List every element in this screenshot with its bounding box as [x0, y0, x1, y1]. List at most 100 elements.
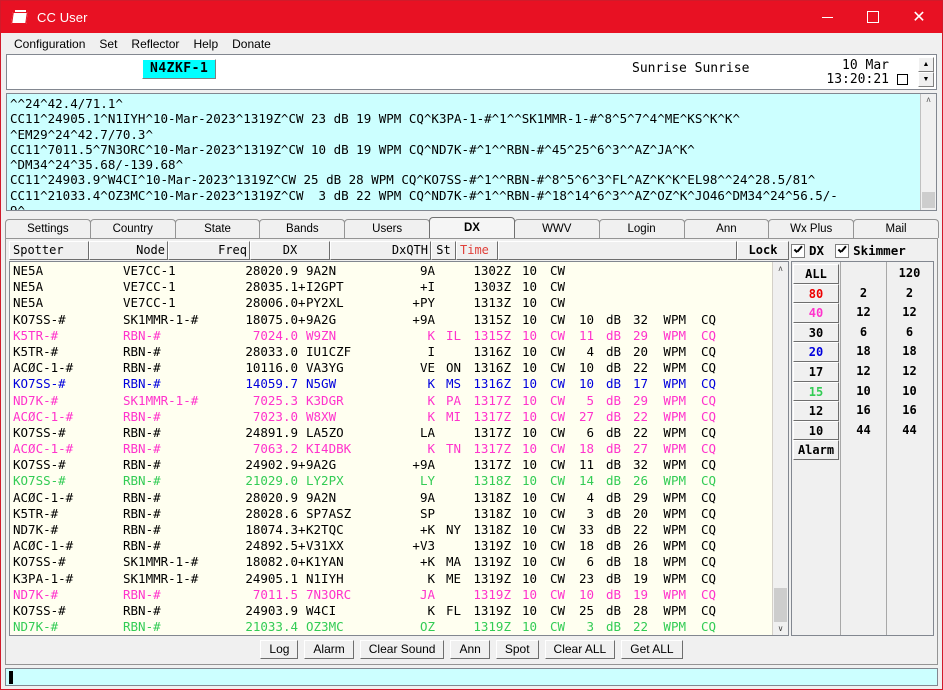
cell-dbl: [594, 263, 621, 279]
cell-dbl: dB: [605, 473, 621, 489]
tab-mail[interactable]: Mail: [853, 219, 939, 238]
column-header-node[interactable]: Node: [89, 241, 168, 260]
band-button-17[interactable]: 17: [793, 361, 839, 382]
tab-wx-plus[interactable]: Wx Plus: [768, 219, 855, 238]
table-row[interactable]: KO7SS-# RBN-# 24903.9 W4CI K FL 1319Z 10 CW 25 dB…: [10, 603, 772, 619]
close-button[interactable]: ✕: [896, 1, 942, 33]
cell-st: [435, 490, 461, 506]
tab-users[interactable]: Users: [344, 219, 431, 238]
cell-dbl: [594, 279, 621, 295]
column-header-spotter[interactable]: Spotter: [9, 241, 89, 260]
column-header-dxqth[interactable]: DxQTH: [330, 241, 431, 260]
tab-bands[interactable]: Bands: [259, 219, 346, 238]
band-button-80[interactable]: 80: [793, 283, 839, 304]
column-header-time[interactable]: Time: [456, 241, 498, 260]
table-row[interactable]: ND7K-# RBN-# 18074.3 + K2TQC +K NY 1318Z 10 CW 33 d…: [10, 522, 772, 538]
table-row[interactable]: K3PA-1-# SK1MMR-1-# 24905.1 N1IYH K ME 1319Z 1…: [10, 571, 772, 587]
table-row[interactable]: NE5A VE7CC-1 28020.9 9A2N 9A 1302Z 10 CW: [10, 263, 772, 279]
band-button-30[interactable]: 30: [793, 322, 839, 343]
table-row[interactable]: KO7SS-# SK1MMR-1-# 18075.0 +9A2G +9A 1315Z 10 C…: [10, 312, 772, 328]
spot-button[interactable]: Spot: [495, 639, 539, 659]
dx-grid-rows[interactable]: NE5A VE7CC-1 28020.9 9A2N 9A 1302Z 10 CW NE5A VE…: [10, 262, 772, 635]
table-row[interactable]: ND7K-# RBN-# 7011.5 7N3ORC JA 1319Z 10 CW 10 dB 1…: [10, 587, 772, 603]
band-button-alarm[interactable]: Alarm: [793, 440, 839, 460]
column-header-st[interactable]: St: [431, 241, 456, 260]
table-row[interactable]: K5TR-# RBN-# 28033.0 IU1CZF I 1316Z 10 CW 4 dB 20…: [10, 344, 772, 360]
table-row[interactable]: ND7K-# RBN-# 21033.4 OZ3MC OZ 1319Z 10 CW 3 dB 22…: [10, 619, 772, 635]
menu-item-configuration[interactable]: Configuration: [7, 35, 92, 53]
tab-settings[interactable]: Settings: [5, 219, 91, 238]
tab-login[interactable]: Login: [598, 219, 685, 238]
cell-node: RBN-#: [123, 473, 161, 489]
cluster-scrollbar[interactable]: ʌ: [920, 94, 936, 210]
band-button-10[interactable]: 10: [793, 420, 839, 441]
table-row[interactable]: NE5A VE7CC-1 28035.1 + I2GPT +I 1303Z 10 CW: [10, 279, 772, 295]
menu-item-donate[interactable]: Donate: [225, 35, 278, 53]
column-header-dx[interactable]: DX: [250, 241, 330, 260]
maximize-button[interactable]: [850, 1, 896, 33]
dx-grid-scrollbar[interactable]: ʌ ∨: [772, 262, 788, 635]
info-spinner[interactable]: ▲ ▼: [918, 57, 934, 87]
scrollbar-thumb[interactable]: [922, 192, 935, 208]
table-row[interactable]: K5TR-# RBN-# 7024.0 W9ZN K IL 1315Z 10 CW 11 dB 29…: [10, 328, 772, 344]
table-row[interactable]: KO7SS-# RBN-# 24902.9 +9A2G +9A 1317Z 10 CW 11 dB…: [10, 457, 772, 473]
clock-toggle-icon[interactable]: [897, 74, 908, 85]
cell-dbl: dB: [605, 441, 621, 457]
spinner-up-icon[interactable]: ▲: [918, 57, 934, 72]
lock-button[interactable]: Lock: [737, 241, 789, 260]
skimmer-checkbox[interactable]: [835, 243, 850, 258]
scrollbar-thumb[interactable]: [774, 588, 787, 622]
tab-ann[interactable]: Ann: [683, 219, 770, 238]
table-row[interactable]: KO7SS-# RBN-# 21029.0 LY2PX LY 1318Z 10 CW 14 dB…: [10, 473, 772, 489]
spinner-down-icon[interactable]: ▼: [918, 72, 934, 87]
cell-spotter: ACØC-1-#: [13, 408, 74, 424]
node-badge[interactable]: N4ZKF-1: [142, 59, 217, 79]
band-button-12[interactable]: 12: [793, 401, 839, 421]
menu-item-reflector[interactable]: Reflector: [124, 35, 186, 53]
cell-st: [435, 619, 461, 635]
table-row[interactable]: K5TR-# RBN-# 28028.6 SP7ASZ SP 1318Z 10 CW 3 dB 2…: [10, 506, 772, 522]
band-button-15[interactable]: 15: [793, 381, 839, 402]
table-row[interactable]: ACØC-1-# RBN-# 10116.0 VA3YG VE ON 1316Z 10 CW 1…: [10, 360, 772, 376]
cell-qth: LY: [419, 473, 435, 489]
cell-qth: +V3: [412, 538, 435, 554]
table-row[interactable]: KO7SS-# RBN-# 14059.7 N5GW K MS 1316Z 10 CW 10 dB…: [10, 376, 772, 392]
dx-checkbox[interactable]: [791, 243, 805, 258]
scroll-up-icon[interactable]: ʌ: [779, 262, 783, 275]
table-row[interactable]: NE5A VE7CC-1 28006.0 + PY2XL +PY 1313Z 10 CW: [10, 295, 772, 311]
clear-sound-button[interactable]: Clear Sound: [359, 639, 445, 659]
tab-dx[interactable]: DX: [429, 217, 515, 238]
minimize-button[interactable]: [804, 1, 850, 33]
band-button-all[interactable]: ALL: [793, 264, 839, 284]
cell-node: SK1MMR-1-#: [123, 554, 199, 570]
menu-item-set[interactable]: Set: [92, 35, 124, 53]
table-row[interactable]: ACØC-1-# RBN-# 7023.0 W8XW K MI 1317Z 10 CW 27 dB…: [10, 409, 772, 425]
band-button-20[interactable]: 20: [793, 342, 839, 362]
ann-button[interactable]: Ann: [450, 639, 490, 659]
cell-qth: +I: [419, 279, 435, 295]
command-input[interactable]: [5, 668, 938, 686]
tab-country[interactable]: Country: [89, 219, 176, 238]
band-button-40[interactable]: 40: [793, 303, 839, 323]
cell-st: [435, 457, 461, 473]
cell-db: 18: [578, 538, 594, 554]
get-all-button[interactable]: Get ALL: [621, 639, 683, 659]
cell-db: [565, 263, 594, 279]
cell-wpm: 22: [632, 424, 648, 440]
table-row[interactable]: ND7K-# SK1MMR-1-# 7025.3 K3DGR K PA 1317Z 10 CW…: [10, 393, 772, 409]
menu-item-help[interactable]: Help: [186, 35, 225, 53]
table-row[interactable]: KO7SS-# SK1MMR-1-# 18082.0 + K1YAN +K MA 1319Z 1…: [10, 554, 772, 570]
scroll-down-icon[interactable]: ∨: [778, 622, 784, 635]
cell-wpm: 17: [632, 376, 648, 392]
tab-wwv[interactable]: WWV: [513, 219, 600, 238]
column-header-freq[interactable]: Freq: [168, 241, 250, 260]
table-row[interactable]: ACØC-1-# RBN-# 24892.5 + V31XX +V3 1319Z 10 CW 18…: [10, 538, 772, 554]
log-button[interactable]: Log: [260, 639, 299, 659]
tab-state[interactable]: State: [174, 219, 261, 238]
scroll-up-icon[interactable]: ʌ: [927, 94, 931, 105]
table-row[interactable]: ACØC-1-# RBN-# 7063.2 KI4DBK K TN 1317Z 10 CW 18…: [10, 441, 772, 457]
alarm-button[interactable]: Alarm: [304, 639, 354, 659]
clear-all-button[interactable]: Clear ALL: [544, 639, 616, 659]
table-row[interactable]: KO7SS-# RBN-# 24891.9 LA5ZO LA 1317Z 10 CW 6 dB 2…: [10, 425, 772, 441]
table-row[interactable]: ACØC-1-# RBN-# 28020.9 9A2N 9A 1318Z 10 CW 4 dB 2…: [10, 490, 772, 506]
